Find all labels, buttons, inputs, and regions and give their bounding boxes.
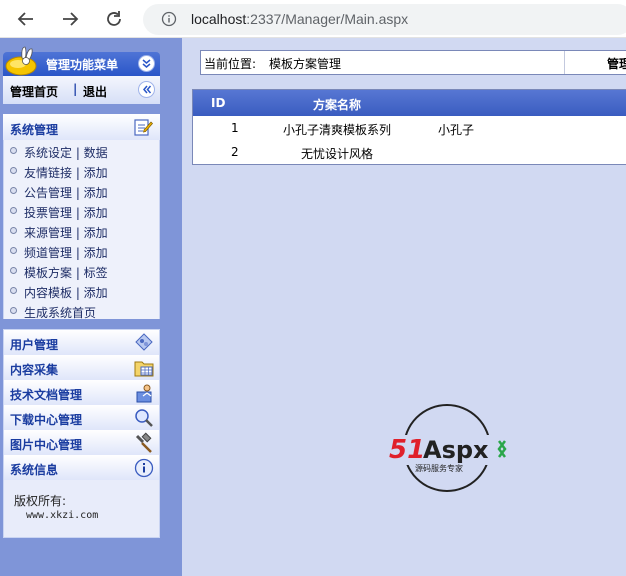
bullet-icon (10, 187, 17, 194)
image-center-link[interactable]: 图片中心管理 (4, 430, 159, 455)
download-center-link[interactable]: 下载中心管理 (4, 405, 159, 430)
edit-note-icon (134, 119, 153, 136)
user-management-label[interactable]: 用户管理 (10, 336, 58, 353)
location-label: 当前位置: (204, 57, 257, 71)
system-panel-title: 系统管理 (10, 123, 59, 137)
watermark-tagline: 源码服务专家 (415, 463, 463, 473)
hammer-icon (135, 432, 152, 453)
menu-header: 管理功能菜单 (3, 46, 160, 76)
location-right-cell: 管理 (564, 51, 626, 74)
bullet-icon (10, 307, 17, 314)
system-menu-label[interactable]: 系统设定 | 数据 (24, 144, 108, 161)
cell-author: 小孔子 (438, 123, 475, 137)
home-logout-row: 管理首页 | 退出 (3, 76, 160, 104)
bullet-icon (10, 207, 17, 214)
arrow-right-icon (63, 12, 79, 26)
system-panel-body: 系统设定 | 数据 友情链接 | 添加 公告管理 | 添加 投票管理 | 添加 … (3, 140, 160, 321)
image-center-label[interactable]: 图片中心管理 (10, 436, 82, 453)
cell-name[interactable]: 小孔子清爽模板系列 (283, 121, 391, 138)
home-separator: | (73, 82, 78, 96)
system-menu-label[interactable]: 频道管理 | 添加 (24, 244, 108, 261)
watermark-aspx: Aspx (423, 436, 489, 464)
home-link[interactable]: 管理首页 (10, 83, 58, 100)
tech-docs-link[interactable]: 技术文档管理 (4, 380, 159, 405)
back-button[interactable] (14, 7, 38, 31)
system-menu-label[interactable]: 模板方案 | 标签 (24, 264, 108, 281)
template-scheme-table: ID 方案名称 1 小孔子清爽模板系列 小孔子 2 无忧设计风格 (192, 89, 626, 165)
document-person-icon (136, 384, 152, 403)
address-bar[interactable]: localhost:2337/Manager/Main.aspx (143, 4, 626, 35)
bullet-icon (10, 227, 17, 234)
watermark-51: 51 (389, 435, 425, 465)
bullet-icon (10, 287, 17, 294)
column-header-name: 方案名称 (313, 98, 362, 112)
system-info-label[interactable]: 系统信息 (10, 461, 58, 478)
content-collection-label[interactable]: 内容采集 (10, 361, 58, 378)
download-center-label[interactable]: 下载中心管理 (10, 411, 82, 428)
double-chevron-down-icon (142, 59, 151, 68)
user-management-link[interactable]: 用户管理 (4, 330, 159, 355)
rabbit-logo-icon (5, 46, 37, 76)
location-right-label[interactable]: 管理 (607, 55, 626, 72)
51aspx-watermark-logo: 51 Aspx 源码服务专家 (387, 404, 515, 492)
system-menu-label[interactable]: 内容模板 | 添加 (24, 284, 108, 301)
system-panel-header[interactable]: 系统管理 (3, 114, 160, 140)
table-row[interactable]: 2 无忧设计风格 (193, 140, 626, 164)
system-menu-label[interactable]: 公告管理 | 添加 (24, 184, 108, 201)
folder-grid-icon (134, 361, 154, 377)
url-host: localhost (191, 11, 247, 27)
system-info-link[interactable]: 系统信息 (4, 455, 159, 480)
reload-button[interactable] (102, 7, 126, 31)
bullet-icon (10, 267, 17, 274)
module-links-panel: 用户管理 内容采集 技术文档管理 下载中心管理 图片中心管理 系统信息 版权所有… (3, 329, 160, 538)
copyright-site: www.xkzi.com (26, 510, 99, 521)
location-value: 模板方案管理 (269, 57, 342, 71)
location-bar: 当前位置: 模板方案管理 管理 (200, 50, 626, 75)
forward-button[interactable] (58, 7, 82, 31)
copyright-box: 版权所有: www.xkzi.com (4, 480, 159, 537)
system-menu-label[interactable]: 投票管理 | 添加 (24, 204, 108, 221)
url-path: :2337/Manager/Main.aspx (246, 11, 409, 27)
system-menu-label[interactable]: 生成系统首页 (24, 304, 96, 321)
column-header-id: ID (211, 96, 226, 110)
table-row[interactable]: 1 小孔子清爽模板系列 小孔子 (193, 116, 626, 140)
cell-id: 1 (231, 121, 239, 135)
bullet-icon (10, 167, 17, 174)
url-text[interactable]: localhost:2337/Manager/Main.aspx (191, 11, 408, 27)
system-menu-label[interactable]: 友情链接 | 添加 (24, 164, 108, 181)
bullet-icon (10, 247, 17, 254)
content-collection-link[interactable]: 内容采集 (4, 355, 159, 380)
tech-docs-label[interactable]: 技术文档管理 (10, 386, 82, 403)
logout-link[interactable]: 退出 (83, 83, 107, 100)
table-header: ID 方案名称 (193, 90, 626, 116)
hide-menu-button[interactable] (138, 81, 155, 98)
arrow-left-icon (17, 12, 33, 26)
main-content-frame: 当前位置: 模板方案管理 管理 ID 方案名称 1 小孔子清爽模板系列 小孔子 … (182, 38, 626, 576)
magnifier-icon (135, 409, 153, 427)
browser-toolbar: localhost:2337/Manager/Main.aspx (0, 0, 626, 38)
cell-id: 2 (231, 145, 239, 159)
users-diamond-icon (135, 333, 153, 351)
left-menu-frame: 管理功能菜单 管理首页 | 退出 系统管理 系统设定 | 数据 友情链接 | 添… (0, 38, 182, 576)
double-chevron-left-icon (143, 85, 152, 94)
system-menu-label[interactable]: 来源管理 | 添加 (24, 224, 108, 241)
reload-icon (107, 11, 121, 26)
collapse-menu-button[interactable] (138, 55, 155, 72)
info-icon[interactable] (161, 11, 177, 27)
menu-title: 管理功能菜单 (46, 58, 119, 72)
bullet-icon (10, 147, 17, 154)
copyright-label: 版权所有: (14, 494, 67, 508)
cell-name[interactable]: 无忧设计风格 (301, 145, 373, 162)
system-management-panel: 系统管理 系统设定 | 数据 友情链接 | 添加 公告管理 | 添加 投票管理 … (3, 114, 160, 321)
info-icon (134, 458, 154, 478)
